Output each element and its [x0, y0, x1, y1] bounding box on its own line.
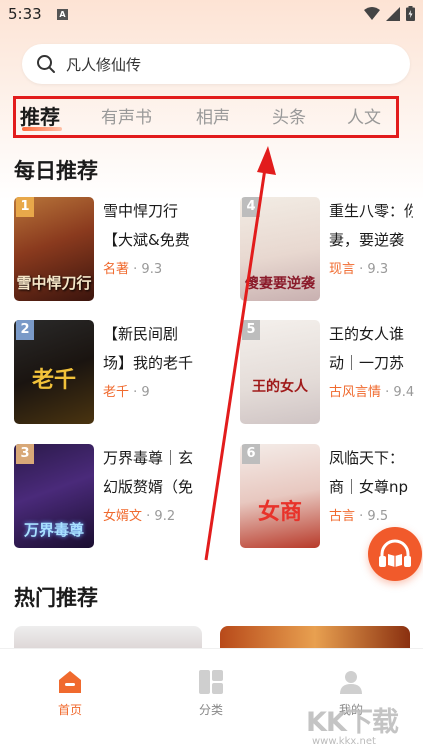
book-title: 万界毒尊｜玄 幻版赘婿（免 — [103, 444, 203, 502]
cover-title-art: 雪中悍刀行 — [16, 274, 92, 292]
watermark-url: www.kkx.net — [312, 736, 376, 747]
search-icon — [37, 55, 55, 73]
home-icon — [59, 671, 81, 693]
book-meta: 名著 · 9.3 — [103, 262, 163, 277]
daily-section-title: 每日推荐 — [14, 159, 98, 183]
book-meta: 古风言情 · 9.4 — [329, 385, 415, 400]
book-cover: 5 王的女人 — [240, 320, 320, 424]
watermark-main: KK下载 — [306, 707, 399, 738]
book-title-line: 动｜一刀苏 — [329, 354, 405, 372]
book-title-line: 凤临天下： — [329, 449, 405, 467]
search-query: 凡人修仙传 — [66, 56, 142, 74]
signal-icon — [386, 6, 400, 21]
status-time: 5:33 — [8, 5, 42, 23]
book-score: 9.3 — [141, 262, 163, 277]
book-title: 雪中悍刀行 【大斌&免费 — [103, 197, 203, 255]
book-score: 9 — [141, 385, 150, 400]
book-title: 【新民间剧 场】我的老千 — [103, 320, 203, 378]
annotation-highlight-box — [13, 96, 399, 138]
book-card[interactable]: 1 雪中悍刀行 雪中悍刀行 【大斌&免费 名著 · 9.3 — [14, 197, 214, 301]
book-genre: 现言 — [329, 262, 356, 277]
book-title-line: 【大斌&免费 — [103, 231, 190, 249]
rank-badge: 2 — [16, 320, 34, 340]
book-title-line: 妻，要逆袭 — [329, 231, 405, 249]
book-title: 重生八零：你 妻，要逆袭 — [329, 197, 413, 255]
battery-icon — [406, 6, 415, 21]
wifi-icon — [364, 6, 380, 20]
nav-category-label: 分类 — [198, 703, 223, 717]
search-bar[interactable]: 凡人修仙传 — [22, 44, 410, 84]
nav-category[interactable]: 分类 — [171, 669, 251, 718]
book-genre: 古言 — [329, 509, 356, 524]
book-card[interactable]: 4 傻妻要逆袭 重生八零：你 妻，要逆袭 现言 · 9.3 — [240, 197, 423, 301]
book-title-line: 重生八零：你 — [329, 202, 413, 220]
cover-title-art: 万界毒尊 — [23, 521, 84, 539]
book-meta: 古言 · 9.5 — [329, 509, 389, 524]
book-title-line: 场】我的老千 — [103, 354, 194, 372]
category-icon — [199, 670, 223, 694]
book-cover: 4 傻妻要逆袭 — [240, 197, 320, 301]
book-title-line: 【新民间剧 — [103, 325, 179, 343]
book-genre: 老千 — [103, 385, 130, 400]
book-genre: 名著 — [103, 262, 130, 277]
book-meta: 现言 · 9.3 — [329, 262, 389, 277]
book-cover: 3 万界毒尊 — [14, 444, 94, 548]
rank-badge: 1 — [16, 197, 34, 217]
book-meta: 女婿文 · 9.2 — [103, 509, 176, 524]
hot-section-title: 热门推荐 — [14, 586, 98, 610]
book-genre: 古风言情 — [329, 385, 382, 400]
book-score: 9.2 — [154, 509, 176, 524]
profile-icon — [340, 671, 362, 694]
cover-title-art: 王的女人 — [252, 379, 308, 395]
book-score: 9.5 — [367, 509, 389, 524]
rank-badge: 3 — [16, 444, 34, 464]
book-score: 9.4 — [393, 385, 415, 400]
rank-badge: 5 — [242, 320, 260, 340]
status-icons — [364, 6, 415, 21]
cover-title-art: 傻妻要逆袭 — [245, 276, 315, 292]
book-title-line: 雪中悍刀行 — [103, 202, 179, 220]
book-card[interactable]: 5 王的女人 王的女人谁 动｜一刀苏 古风言情 · 9.4 — [240, 320, 423, 424]
book-meta: 老千 · 9 — [103, 385, 150, 400]
book-title-line: 王的女人谁 — [329, 325, 405, 343]
book-cover: 1 雪中悍刀行 — [14, 197, 94, 301]
book-genre: 女婿文 — [103, 509, 143, 524]
book-card[interactable]: 2 老千 【新民间剧 场】我的老千 老千 · 9 — [14, 320, 214, 424]
rank-badge: 6 — [242, 444, 260, 464]
notification-icon: A — [57, 9, 68, 20]
book-title-line: 万界毒尊｜玄 — [103, 449, 194, 467]
site-watermark: KK下载 www.kkx.net — [296, 696, 422, 748]
book-title-line: 幻版赘婿（免 — [103, 478, 194, 496]
book-score: 9.3 — [367, 262, 389, 277]
book-title: 凤临天下： 商｜女尊np — [329, 444, 413, 502]
audio-player-button[interactable] — [368, 527, 422, 581]
rank-badge: 4 — [242, 197, 260, 217]
book-title: 王的女人谁 动｜一刀苏 — [329, 320, 413, 378]
cover-title-art: 老千 — [31, 367, 76, 393]
headphones-book-icon — [379, 539, 411, 567]
book-cover: 6 女商 — [240, 444, 320, 548]
nav-home-label: 首页 — [57, 703, 82, 717]
cover-title-art: 女商 — [257, 499, 302, 525]
book-title-line: 商｜女尊np — [329, 478, 409, 496]
nav-home[interactable]: 首页 — [30, 669, 110, 718]
book-card[interactable]: 3 万界毒尊 万界毒尊｜玄 幻版赘婿（免 女婿文 · 9.2 — [14, 444, 214, 548]
book-cover: 2 老千 — [14, 320, 94, 424]
status-bar: 5:33 A — [0, 0, 423, 30]
